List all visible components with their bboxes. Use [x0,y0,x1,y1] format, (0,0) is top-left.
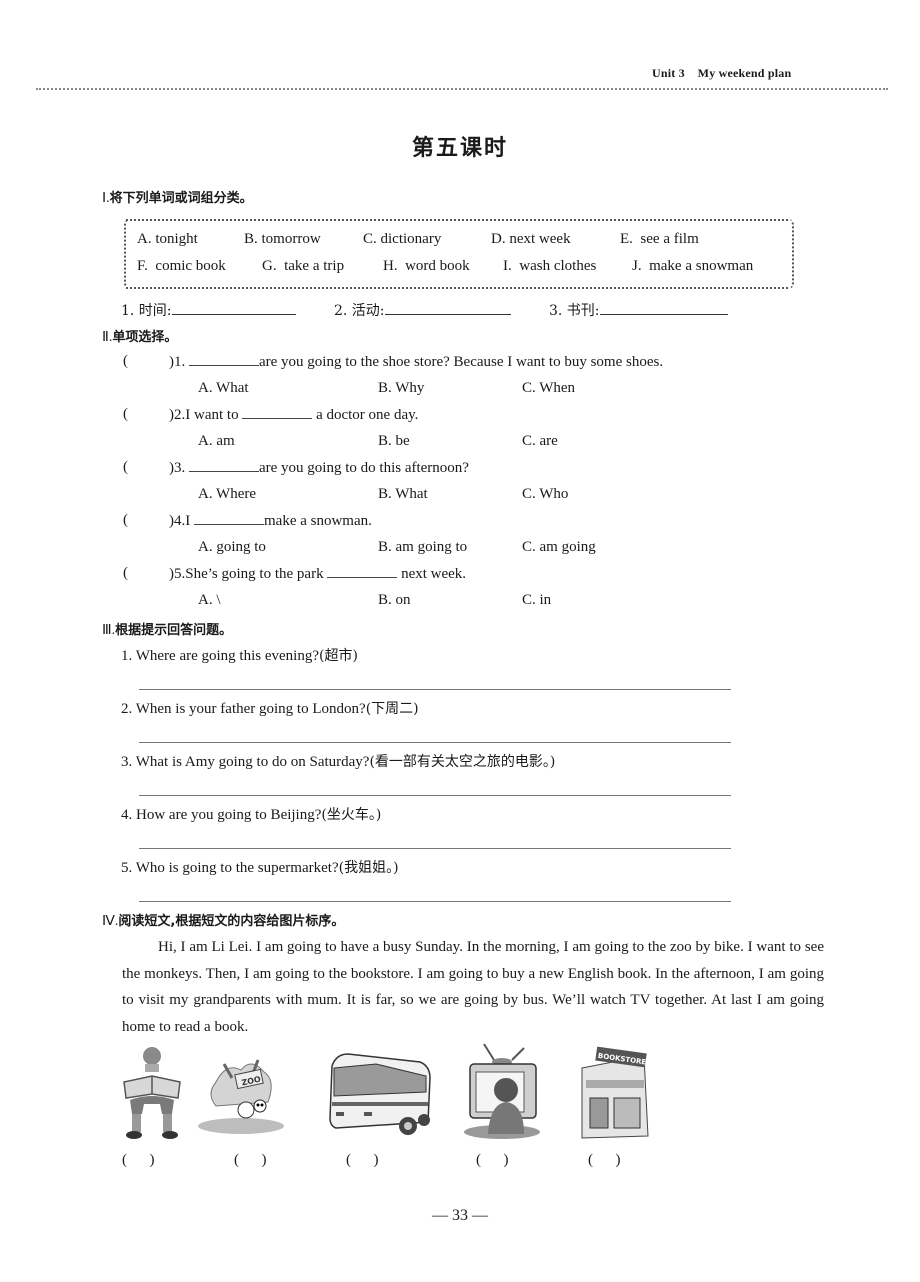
fill-blank[interactable] [327,565,398,578]
fill-blank[interactable] [189,353,259,366]
short-answer-question-2: 2. When is your father going to London?(… [121,701,419,717]
option-b[interactable]: B. on [378,592,411,609]
short-answer-question-1: 1. Where are going this evening?(超市) [121,648,358,664]
section-2-number: Ⅱ. [102,330,113,345]
mc-question-4: )4.I make a snowman. [169,512,372,529]
unit-header: Unit 3 My weekend plan [652,66,792,80]
short-answer-question-4: 4. How are you going to Beijing?(坐火车。) [121,807,382,823]
section-1-heading: Ⅰ.将下列单词或词组分类。 [102,187,253,207]
section-4-number: Ⅳ. [102,914,119,929]
section-4-title: 阅读短文,根据短文的内容给图片标序。 [118,914,345,929]
option-c[interactable]: C. When [522,380,575,397]
section-4-heading: Ⅳ.阅读短文,根据短文的内容给图片标序。 [102,910,344,930]
word-option: C. dictionary [363,231,442,247]
section-1-number: Ⅰ. [102,191,110,206]
option-b[interactable]: B. be [378,433,410,450]
word-option: D. next week [491,231,571,247]
category-time: 1. 时间: [121,300,296,320]
category-activity: 2. 活动: [334,300,511,320]
word-option: B. tomorrow [244,231,321,247]
category-books-input[interactable] [599,302,728,315]
section-2-heading: Ⅱ.单项选择。 [102,326,177,346]
word-option: J. make a snowman [632,258,754,274]
child-watching-tv-icon [462,1042,544,1140]
picture-order-input[interactable]: ( ) [122,1152,155,1169]
picture-order-input[interactable]: ( ) [476,1152,509,1169]
section-3-number: Ⅲ. [102,623,116,638]
answer-line-1[interactable] [139,689,731,690]
lesson-title: 第五课时 [411,136,508,161]
boy-reading-book-icon [112,1042,192,1140]
category-activity-input[interactable] [384,302,511,315]
picture-order-input[interactable]: ( ) [234,1152,267,1169]
section-1-title: 将下列单词或词组分类。 [109,191,253,206]
section-3-title: 根据提示回答问题。 [115,623,233,638]
option-c[interactable]: C. Who [522,486,568,503]
answer-bracket[interactable]: ( [123,353,168,370]
answer-bracket[interactable]: ( [123,406,168,423]
section-2-title: 单项选择。 [112,330,178,345]
mc-question-1: )1. are you going to the shoe store? Bec… [169,353,664,370]
page-number: — 33 — [432,1207,488,1224]
picture-order-input[interactable]: ( ) [346,1152,379,1169]
bus-icon [328,1048,432,1140]
reading-passage: Hi, I am Li Lei. I am going to have a bu… [122,939,824,1035]
answer-bracket[interactable]: ( [123,459,168,476]
word-option: G. take a trip [262,258,345,274]
option-b[interactable]: B. Why [378,380,424,397]
option-c[interactable]: C. am going [522,539,596,556]
mc-question-2: )2.I want to a doctor one day. [169,406,419,423]
word-option: I. wash clothes [503,258,597,274]
option-a[interactable]: A. am [198,433,235,450]
option-b[interactable]: B. am going to [378,539,467,556]
option-c[interactable]: C. are [522,433,558,450]
answer-bracket[interactable]: ( [123,512,168,529]
picture-order-input[interactable]: ( ) [588,1152,621,1169]
word-option: E. see a film [620,231,699,247]
answer-bracket[interactable]: ( [123,565,168,582]
section-3-heading: Ⅲ.根据提示回答问题。 [102,619,232,639]
mc-question-3: )3. are you going to do this afternoon? [169,459,469,476]
header-divider [36,88,888,90]
word-option: A. tonight [137,231,198,247]
mc-question-5: )5.She’s going to the park next week. [169,565,467,582]
word-option: H. word book [383,258,470,274]
option-a[interactable]: A. \ [198,592,221,609]
short-answer-question-5: 5. Who is going to the supermarket?(我姐姐。… [121,860,399,876]
short-answer-question-3: 3. What is Amy going to do on Saturday?(… [121,754,556,770]
option-c[interactable]: C. in [522,592,551,609]
word-option: F. comic book [137,258,226,274]
answer-line-4[interactable] [139,848,731,849]
zoo-icon: ZOO [196,1042,286,1140]
fill-blank[interactable] [194,512,264,525]
word-bank-box [124,219,794,289]
category-books: 3. 书刊: [549,300,728,320]
fill-blank[interactable] [189,459,259,472]
answer-line-5[interactable] [139,901,731,902]
category-time-input[interactable] [171,302,296,315]
option-a[interactable]: A. going to [198,539,266,556]
bookstore-icon: BOOKSTORE [578,1046,652,1140]
option-a[interactable]: A. Where [198,486,256,503]
answer-line-3[interactable] [139,795,731,796]
option-a[interactable]: A. What [198,380,249,397]
fill-blank[interactable] [242,406,313,419]
answer-line-2[interactable] [139,742,731,743]
option-b[interactable]: B. What [378,486,428,503]
